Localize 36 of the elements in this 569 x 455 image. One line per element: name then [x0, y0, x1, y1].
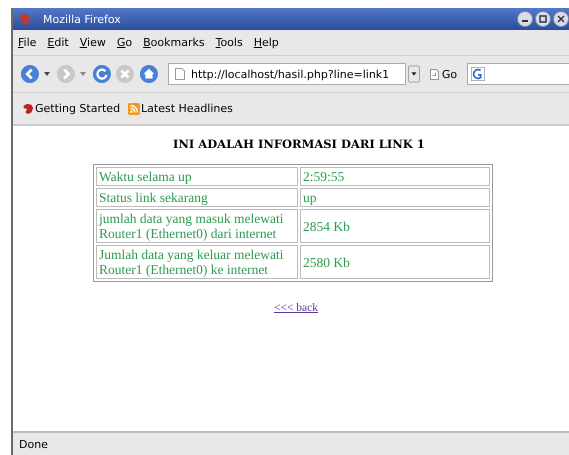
table-cell: 2580 Kb	[300, 245, 490, 279]
table-cell: Waktu selama up	[96, 167, 298, 186]
search-engine-icon[interactable]	[471, 67, 486, 81]
table-cell: jumlah data yang masuk melewati Router1 (Ethernet0) dari internet	[96, 209, 298, 243]
page-icon	[175, 68, 186, 80]
go-button[interactable]: Go	[426, 68, 462, 80]
home-icon[interactable]	[139, 64, 160, 84]
window-title: Mozilla Firefox	[43, 12, 121, 26]
menu-item[interactable]: Tools	[216, 36, 243, 49]
dropdown-icon[interactable]	[44, 72, 50, 76]
bookmark-item[interactable]: Getting Started	[22, 102, 120, 115]
page-heading: INI ADALAH INFORMASI DARI LINK 1	[173, 137, 425, 151]
close-icon[interactable]	[553, 11, 569, 27]
go-icon	[430, 68, 439, 80]
reload-icon[interactable]	[92, 64, 112, 84]
table-cell: 2:59:55	[300, 167, 490, 186]
minimize-icon[interactable]	[517, 11, 533, 27]
address-field[interactable]: http://localhost/hasil.php?line=link1	[168, 63, 406, 85]
back-link[interactable]: <<< back	[274, 302, 318, 314]
table-cell: up	[300, 188, 490, 207]
table-cell: Jumlah data yang keluar melewati Router1 (Ethernet0) ke internet	[96, 245, 298, 279]
table-cell: 2854 Kb	[300, 209, 490, 243]
menu-item[interactable]: Help	[254, 36, 279, 49]
search-field[interactable]	[467, 63, 569, 85]
rss-feed-icon	[128, 102, 140, 114]
menu-item[interactable]: File	[18, 36, 36, 49]
menu-item[interactable]: Edit	[47, 36, 69, 49]
menu-item[interactable]: Bookmarks	[143, 36, 205, 49]
back-icon[interactable]	[20, 64, 40, 84]
menu-item[interactable]: View	[80, 36, 106, 49]
menu-item[interactable]: Go	[116, 36, 132, 49]
status-text: Done	[19, 438, 48, 450]
table-cell: Status link sekarang	[96, 188, 298, 207]
maximize-icon[interactable]	[535, 11, 551, 27]
dropdown-icon[interactable]	[408, 65, 420, 83]
bookmark-item[interactable]: Latest Headlines	[128, 102, 233, 115]
